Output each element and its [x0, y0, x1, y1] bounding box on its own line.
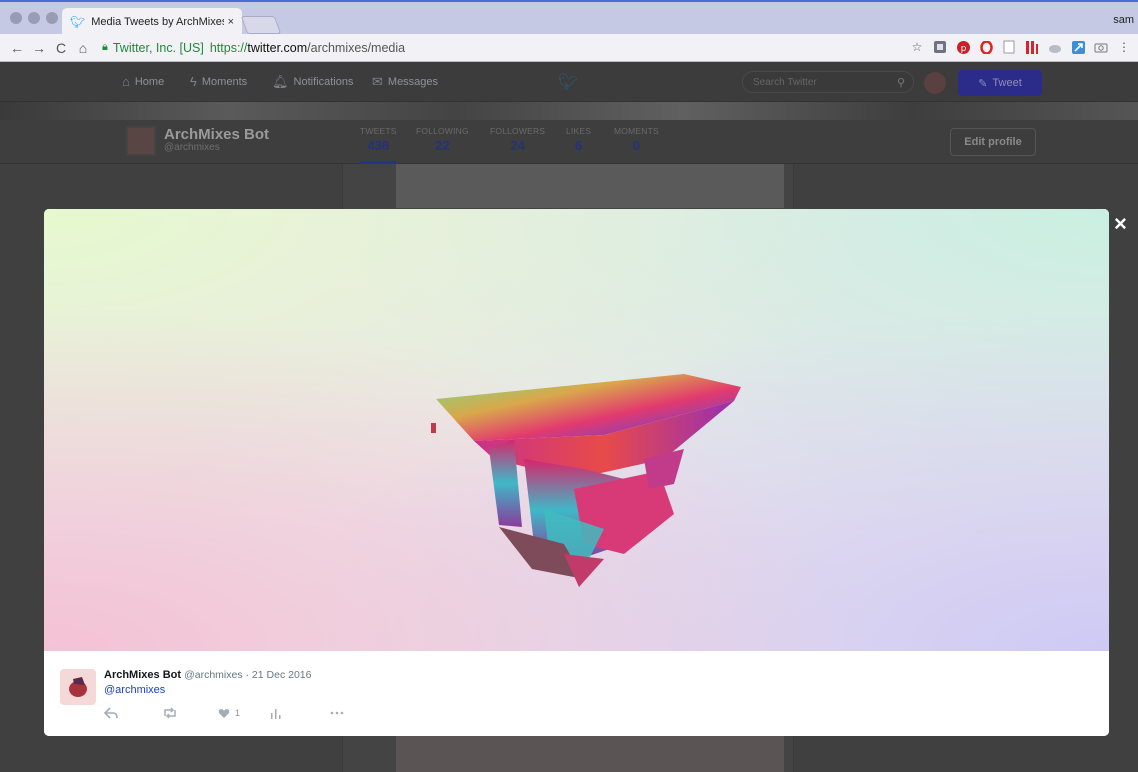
tab-title: Media Tweets by ArchMixes Bo [91, 16, 224, 28]
svg-text:p: p [960, 44, 966, 54]
analytics-icon[interactable] [270, 708, 282, 719]
like-count: 1 [235, 708, 241, 718]
lock-icon: 🔒︎ [102, 41, 108, 53]
ssl-organization: Twitter, Inc. [US] [112, 40, 204, 55]
extension-grid-icon[interactable] [932, 39, 948, 55]
url-scheme: https:// [209, 40, 248, 55]
like-button[interactable]: 1 [218, 708, 240, 719]
search-input[interactable]: Search Twitter ⚲ [742, 71, 914, 93]
edit-profile-button[interactable]: Edit profile [950, 128, 1036, 156]
instapaper-icon[interactable] [1024, 39, 1040, 55]
stat-following[interactable]: FOLLOWING 22 [416, 126, 469, 153]
profile-handle: @archmixes [164, 142, 220, 153]
media-tile[interactable] [396, 736, 784, 772]
maximize-window-button[interactable] [46, 12, 58, 24]
reload-button[interactable]: C [50, 40, 72, 56]
stat-value: 6 [574, 138, 583, 153]
search-icon: ⚲ [896, 77, 905, 89]
url-path: /archmixes/media [307, 40, 406, 55]
menu-dots-icon[interactable]: ⋮ [1116, 39, 1132, 55]
opera-icon[interactable] [978, 39, 994, 55]
home-button[interactable]: ⌂ [72, 40, 94, 56]
url-field[interactable]: 🔒︎ Twitter, Inc. [US] https://twitter.co… [102, 41, 405, 55]
tweet-author-name[interactable]: ArchMixes Bot [104, 669, 181, 681]
media-tile[interactable] [396, 164, 784, 208]
tweet-handle-date[interactable]: @archmixes · 21 Dec 2016 [184, 669, 311, 681]
stat-likes[interactable]: LIKES 6 [566, 126, 591, 153]
architecture-render [431, 374, 741, 587]
nav-messages[interactable]: ✉ Messages [372, 74, 438, 90]
nav-home-label: Home [134, 75, 165, 88]
browser-titlebar: 🐦︎ Media Tweets by ArchMixes Bo × sam [0, 0, 1138, 36]
stat-value: 22 [435, 138, 450, 153]
twitter-bird-icon: 🐦︎ [70, 15, 86, 29]
stat-label: MOMENTS [614, 126, 659, 136]
pinterest-icon[interactable]: p [955, 39, 971, 55]
media-image[interactable] [44, 209, 1109, 651]
retweet-icon[interactable] [162, 707, 178, 719]
nav-moments[interactable]: ϟ Moments [190, 74, 247, 89]
more-options-icon[interactable] [330, 711, 344, 715]
extension-toolbar: ☆ p ⋮ [909, 39, 1132, 55]
bell-icon: 🔔︎ [272, 74, 289, 89]
media-modal: ArchMixes Bot @archmixes · 21 Dec 2016 @… [44, 209, 1109, 736]
tweet-text[interactable]: @archmixes [104, 684, 165, 696]
tweet-details: ArchMixes Bot @archmixes · 21 Dec 2016 @… [44, 651, 1109, 736]
tweet-avatar[interactable] [60, 669, 96, 705]
nav-moments-label: Moments [201, 75, 248, 88]
stat-value: 24 [510, 138, 525, 153]
avatar[interactable] [924, 72, 946, 94]
url-host: twitter.com [247, 40, 308, 55]
profile-nav: ArchMixes Bot @archmixes TWEETS 438 FOLLO… [0, 120, 1138, 164]
bookmark-star-icon[interactable]: ☆ [909, 39, 925, 55]
stat-tweets[interactable]: TWEETS 438 [360, 126, 397, 164]
compose-icon: ✎ [978, 77, 988, 90]
envelope-icon: ✉ [372, 74, 383, 89]
address-bar: ← → C ⌂ 🔒︎ Twitter, Inc. [US] https://tw… [0, 34, 1138, 62]
tweet-button[interactable]: ✎ Tweet [958, 70, 1042, 96]
close-icon[interactable]: × [1114, 213, 1127, 235]
stat-followers[interactable]: FOLLOWERS 24 [490, 126, 545, 153]
close-window-button[interactable] [10, 12, 22, 24]
stat-moments[interactable]: MOMENTS 0 [614, 126, 659, 153]
lightning-icon: ϟ [190, 74, 197, 89]
cloud-icon[interactable] [1047, 39, 1063, 55]
profile-avatar[interactable] [126, 126, 156, 156]
home-icon: ⌂ [122, 74, 130, 89]
twitter-nav: ⌂ Home ϟ Moments 🔔︎ Notifications ✉ Messages… [0, 62, 1138, 102]
tab-close-icon[interactable]: × [228, 16, 234, 28]
nav-home[interactable]: ⌂ Home [122, 74, 164, 89]
forward-button[interactable]: → [28, 40, 50, 56]
page-icon[interactable] [1001, 39, 1017, 55]
profile-name[interactable]: ArchMixes Bot [164, 126, 269, 143]
nav-notifications[interactable]: 🔔︎ Notifications [272, 74, 353, 90]
profile-user-name[interactable]: sam [1113, 14, 1134, 26]
stat-value: 0 [632, 138, 641, 153]
stat-label: FOLLOWING [416, 126, 469, 136]
tweet-actions: 1 [104, 707, 344, 719]
tweet-button-label: Tweet [992, 77, 1022, 89]
stat-label: LIKES [566, 126, 592, 136]
nav-messages-label: Messages [387, 76, 439, 88]
nav-notifications-label: Notifications [293, 76, 354, 88]
stat-value: 438 [367, 138, 390, 153]
tweet-header: ArchMixes Bot @archmixes · 21 Dec 2016 [104, 669, 311, 681]
profile-banner [0, 102, 1138, 120]
browser-tab[interactable]: 🐦︎ Media Tweets by ArchMixes Bo × [62, 8, 242, 36]
camera-icon[interactable] [1093, 39, 1109, 55]
new-tab-button[interactable] [240, 16, 282, 34]
heart-icon [218, 708, 230, 718]
arrow-extension-icon[interactable] [1070, 39, 1086, 55]
minimize-window-button[interactable] [28, 12, 40, 24]
search-placeholder: Search Twitter [753, 77, 817, 88]
back-button[interactable]: ← [6, 40, 28, 56]
stat-label: FOLLOWERS [490, 126, 546, 136]
stat-label: TWEETS [360, 126, 397, 136]
reply-icon[interactable] [104, 707, 118, 719]
twitter-logo-icon[interactable]: 🐦︎ [558, 72, 578, 92]
